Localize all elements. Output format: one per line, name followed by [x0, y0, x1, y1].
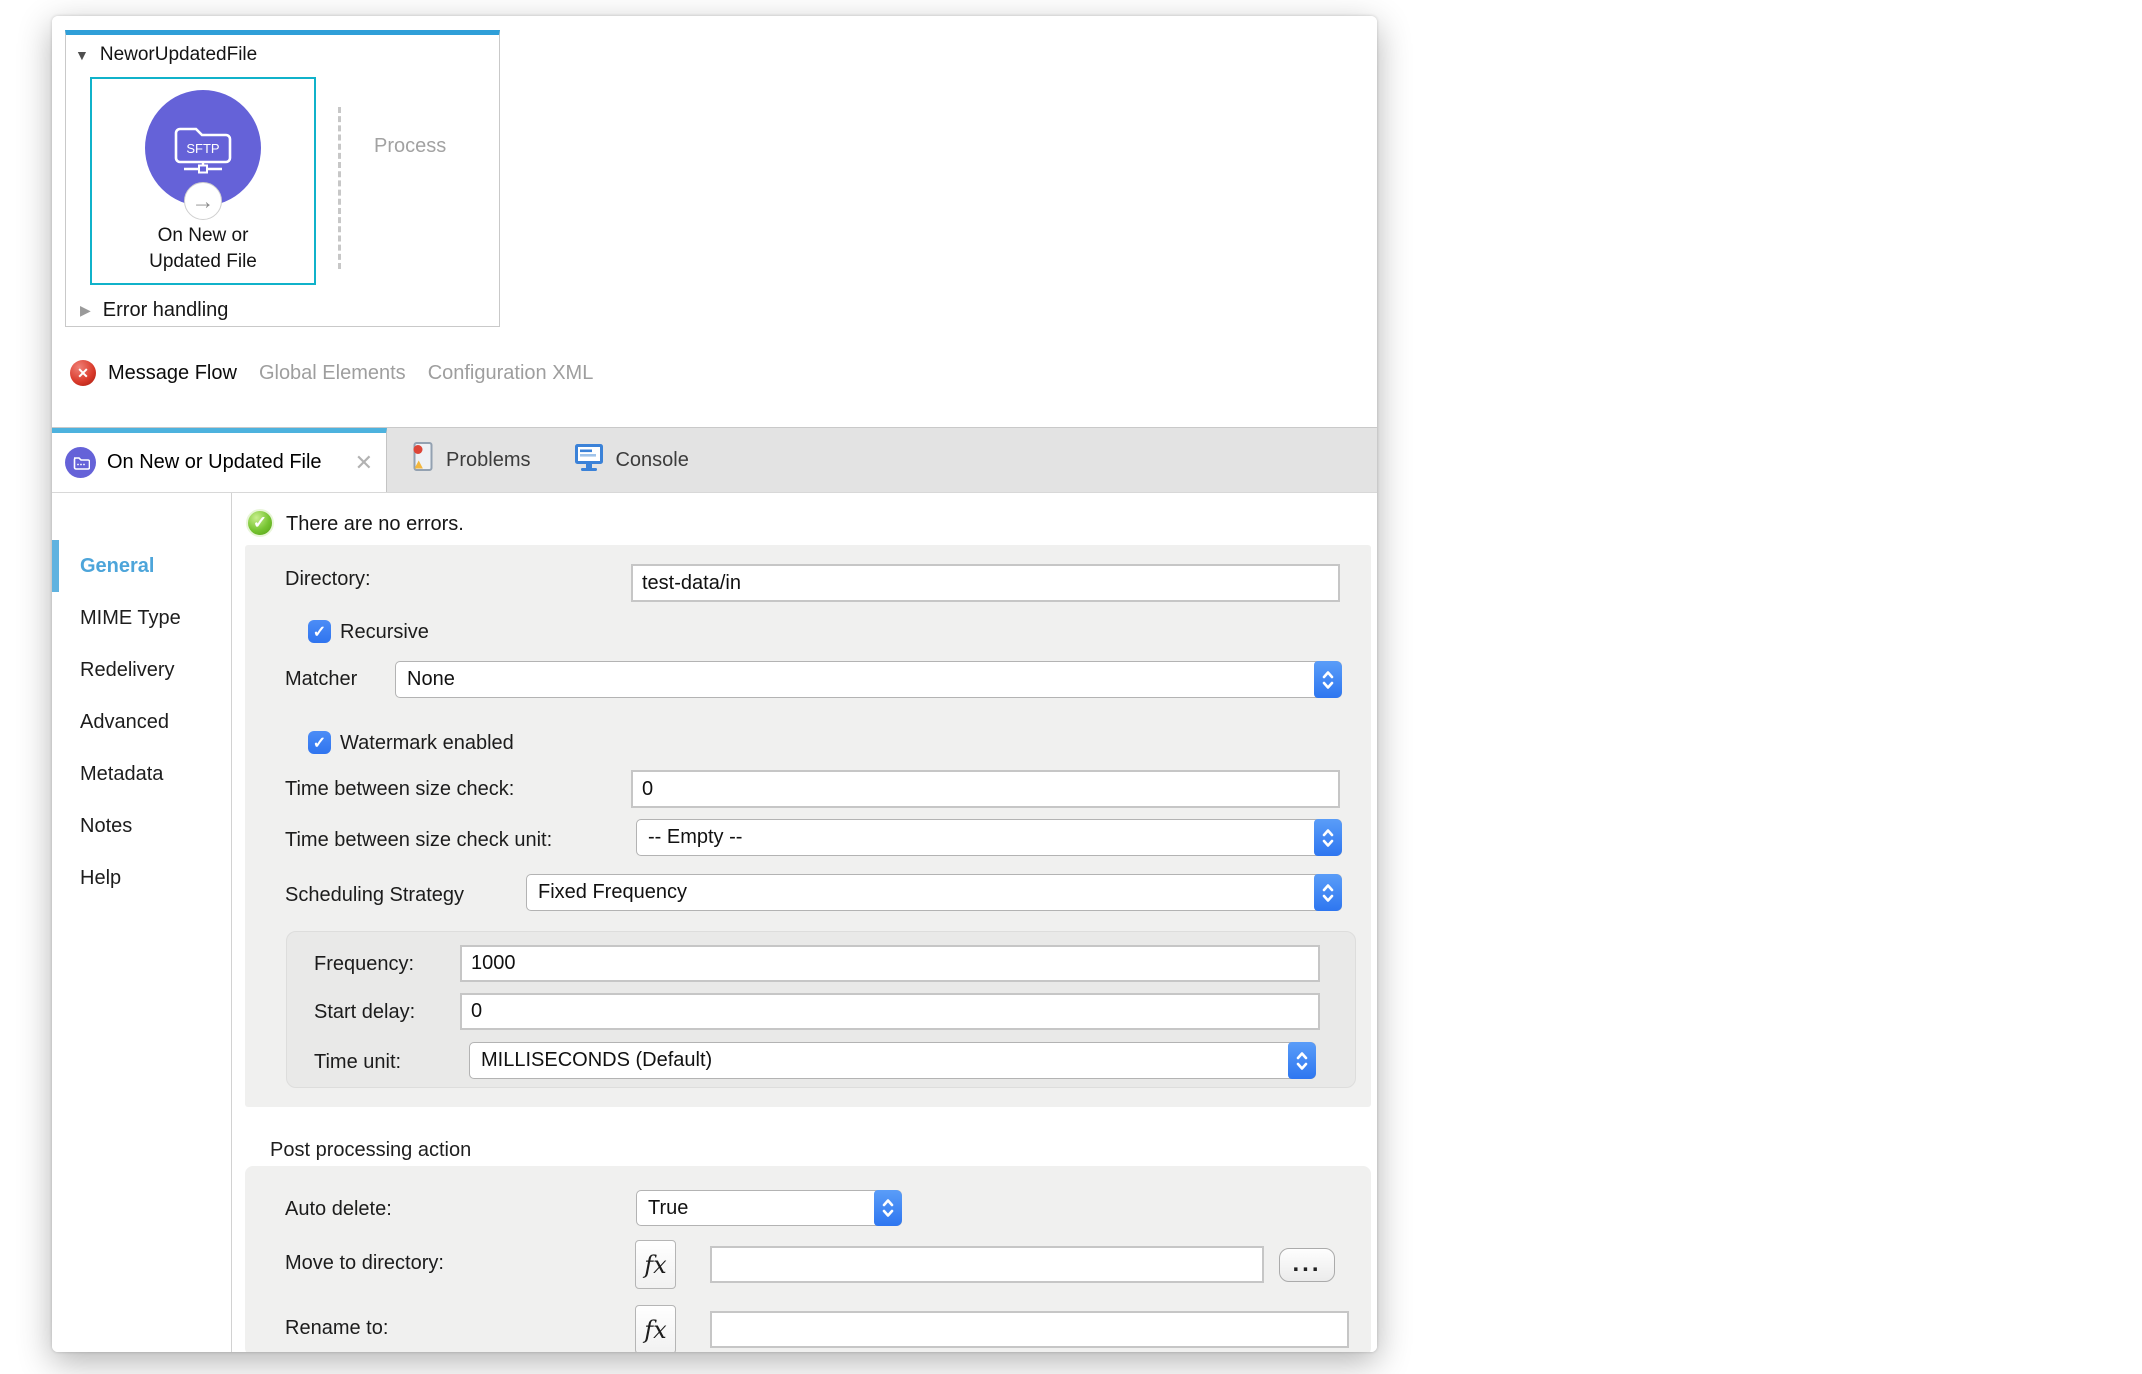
scheduling-strategy-label: Scheduling Strategy — [285, 884, 465, 906]
status-message: There are no errors. — [286, 513, 464, 535]
flow-name: NeworUpdatedFile — [99, 44, 258, 65]
sidebar-item-notes[interactable]: Notes — [52, 800, 231, 852]
watermark-checkbox[interactable]: ✓ — [308, 731, 331, 754]
sidebar-item-redelivery[interactable]: Redelivery — [52, 644, 231, 696]
time-between-size-check-input[interactable] — [631, 770, 1340, 808]
sidebar-item-mime-type[interactable]: MIME Type — [52, 592, 231, 644]
properties-editor: General MIME Type Redelivery Advanced Me… — [52, 493, 1377, 1352]
auto-delete-select[interactable]: True — [636, 1190, 902, 1226]
recursive-label: Recursive — [340, 621, 429, 643]
sftp-folder-icon: SFTP — [174, 127, 232, 174]
fx-expression-button[interactable]: fx — [635, 1240, 676, 1289]
size-check-unit-label: Time between size check unit: — [285, 829, 553, 851]
dropdown-stepper-icon[interactable] — [1314, 874, 1342, 911]
process-area-label: Process — [374, 135, 447, 157]
flow-canvas[interactable]: ▼ NeworUpdatedFile SFTP → On New or Upda… — [52, 16, 1377, 427]
tab-console[interactable]: Console — [552, 428, 710, 492]
sidebar-item-help[interactable]: Help — [52, 852, 231, 904]
dropdown-stepper-icon[interactable] — [1314, 819, 1342, 856]
output-arrow-icon: → — [184, 182, 222, 220]
sidebar-item-general[interactable]: General — [52, 540, 231, 592]
expand-icon: ▶ — [80, 302, 91, 318]
flow-header: ▼ NeworUpdatedFile — [75, 44, 257, 66]
matcher-select[interactable]: None — [395, 661, 1342, 698]
close-tab-icon[interactable]: ✕ — [355, 451, 373, 474]
svg-text:SFTP: SFTP — [186, 141, 219, 156]
tab-on-new-or-updated-file[interactable]: On New or Updated File ✕ — [52, 428, 387, 492]
sftp-tab-icon — [65, 447, 96, 478]
studio-window: ▼ NeworUpdatedFile SFTP → On New or Upda… — [52, 16, 1377, 1352]
view-global-elements[interactable]: Global Elements — [259, 362, 406, 385]
rename-to-input[interactable] — [710, 1311, 1349, 1348]
frequency-settings-group: Frequency: Start delay: Time unit: MILLI… — [286, 931, 1356, 1088]
tab-label: Problems — [446, 448, 531, 471]
directory-label: Directory: — [285, 568, 371, 590]
sidebar-item-metadata[interactable]: Metadata — [52, 748, 231, 800]
sidebar-item-advanced[interactable]: Advanced — [52, 696, 231, 748]
editor-tabstrip: On New or Updated File ✕ Problems Consol… — [52, 427, 1377, 493]
console-icon — [574, 443, 604, 478]
node-label: On New or Updated File — [149, 225, 257, 272]
scheduling-strategy-select[interactable]: Fixed Frequency — [526, 874, 1342, 911]
active-indicator — [52, 540, 59, 592]
tab-problems[interactable]: Problems — [387, 428, 552, 492]
error-handling-label: Error handling — [102, 299, 229, 321]
tab-label: Console — [615, 448, 689, 471]
recursive-checkbox[interactable]: ✓ — [308, 620, 331, 643]
start-delay-label: Start delay: — [314, 1001, 416, 1023]
general-form: ✓ There are no errors. Directory: ✓ Recu… — [232, 493, 1377, 1352]
directory-input[interactable] — [631, 564, 1340, 602]
dropdown-stepper-icon[interactable] — [874, 1190, 902, 1226]
tab-label: On New or Updated File — [107, 451, 322, 473]
flow-section-divider — [338, 107, 341, 269]
dropdown-stepper-icon[interactable] — [1314, 661, 1342, 698]
canvas-view-switcher: ✕ Message Flow Global Elements Configura… — [70, 360, 615, 386]
general-settings-panel: Directory: ✓ Recursive Matcher None ✓ Wa… — [245, 545, 1371, 1107]
move-to-directory-label: Move to directory: — [285, 1252, 444, 1274]
frequency-label: Frequency: — [314, 953, 415, 975]
view-configuration-xml[interactable]: Configuration XML — [428, 362, 594, 385]
browse-button[interactable]: ... — [1279, 1248, 1335, 1282]
watermark-label: Watermark enabled — [340, 732, 514, 754]
rename-to-label: Rename to: — [285, 1317, 389, 1339]
time-unit-select[interactable]: MILLISECONDS (Default) — [469, 1042, 1316, 1079]
post-processing-title: Post processing action — [270, 1139, 472, 1161]
no-errors-check-icon: ✓ — [246, 509, 274, 537]
flow-container[interactable]: ▼ NeworUpdatedFile SFTP → On New or Upda… — [65, 30, 500, 327]
start-delay-input[interactable] — [460, 993, 1320, 1030]
sftp-source-node[interactable]: SFTP → On New or Updated File — [90, 77, 316, 285]
matcher-label: Matcher — [285, 668, 358, 690]
error-badge-icon: ✕ — [70, 360, 96, 386]
auto-delete-label: Auto delete: — [285, 1198, 392, 1220]
frequency-input[interactable] — [460, 945, 1320, 982]
time-between-size-check-label: Time between size check: — [285, 778, 515, 800]
move-to-directory-input[interactable] — [710, 1246, 1264, 1283]
properties-sidebar: General MIME Type Redelivery Advanced Me… — [52, 493, 232, 1352]
size-check-unit-select[interactable]: -- Empty -- — [636, 819, 1342, 856]
time-unit-label: Time unit: — [314, 1051, 402, 1073]
dropdown-stepper-icon[interactable] — [1288, 1042, 1316, 1079]
post-processing-panel: Auto delete: True Move to directory: fx … — [245, 1166, 1371, 1352]
problems-icon — [409, 441, 435, 479]
error-handling-toggle[interactable]: ▶ Error handling — [80, 299, 228, 322]
fx-expression-button[interactable]: fx — [635, 1305, 676, 1352]
view-message-flow[interactable]: Message Flow — [108, 362, 237, 385]
collapse-flow-icon[interactable]: ▼ — [75, 47, 89, 63]
